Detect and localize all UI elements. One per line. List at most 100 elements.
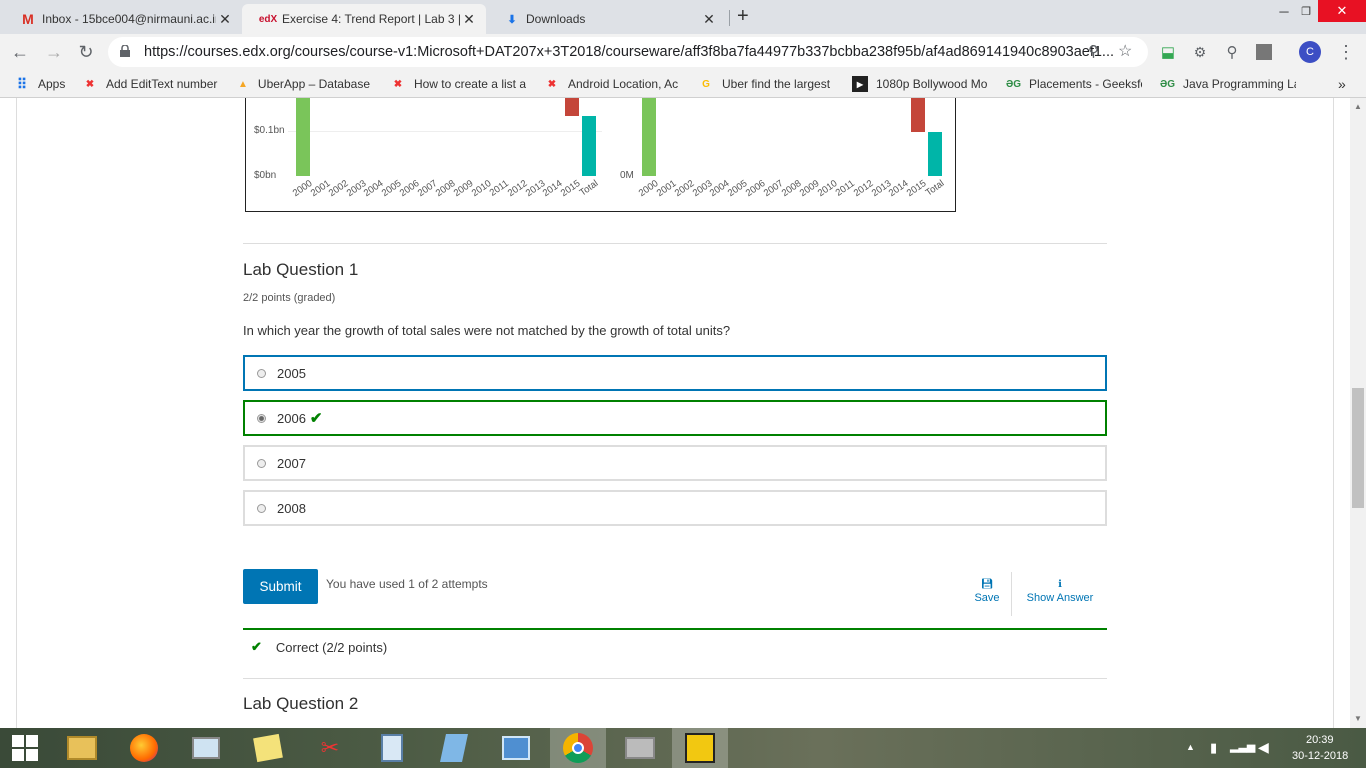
tab-title: Exercise 4: Trend Report | Lab 3 | (282, 12, 460, 26)
bookmark-item[interactable]: ƏG Placements - Geeksfo (1006, 76, 1142, 92)
more-bookmarks-icon[interactable]: » (1338, 76, 1346, 92)
save-label: Save (974, 592, 1000, 604)
bookmarks-bar: ⠿ Apps ✖ Add EditText number ▲ UberApp – Da… (0, 70, 1366, 98)
bookmark-apps[interactable]: ⠿ Apps (14, 75, 66, 92)
choice-2005[interactable]: 2005 (243, 355, 1107, 391)
back-arrow-icon[interactable]: ← (8, 40, 32, 64)
checkmark-icon: ✔ (309, 410, 323, 427)
x-tick-label: Total (923, 178, 947, 199)
bookmark-item[interactable]: ✖ Android Location, Ac (544, 76, 680, 92)
close-icon[interactable]: ✕ (460, 11, 478, 28)
bookmark-item[interactable]: ✖ Add EditText number (82, 76, 220, 92)
gridline (288, 131, 603, 132)
choice-label: 2005 (277, 365, 306, 381)
wifi-icon[interactable]: ▂▃▅ (1230, 740, 1255, 753)
file-explorer-icon[interactable] (54, 728, 110, 768)
page-content: $0.1bn $0bn 2000 2001 2002 2003 2004 2005 2006 20… (0, 98, 1350, 728)
clock-date[interactable]: 30-12-2018 (1292, 750, 1348, 762)
address-bar[interactable]: https://courses.edx.org/courses/course-v… (108, 37, 1148, 67)
control-panel-icon[interactable] (488, 728, 544, 768)
info-icon: ℹ (1058, 579, 1062, 590)
x-tick-label: Total (577, 178, 601, 199)
chart-bar (296, 98, 310, 176)
menu-icon[interactable]: ⋮ (1334, 40, 1358, 64)
bookmark-item[interactable]: ▲ UberApp – Database (236, 76, 370, 92)
calculator-icon[interactable] (364, 728, 420, 768)
new-tab-button[interactable]: + (737, 5, 749, 28)
submit-button[interactable]: Submit (243, 569, 318, 604)
bookmark-label: Java Programming La (1183, 77, 1296, 91)
taskbar: ✂ ▲ ▮ ▂▃▅ ◀ 20:39 30-12-2018 (0, 728, 1366, 768)
firefox-icon[interactable] (116, 728, 172, 768)
bookmark-item[interactable]: G Uber find the largest (698, 76, 832, 92)
radio-button[interactable] (257, 458, 266, 468)
network-app-icon[interactable] (612, 728, 668, 768)
volume-icon[interactable]: ◀ (1258, 739, 1269, 756)
feedback-text: Correct (2/2 points) (275, 639, 388, 655)
radio-button[interactable] (257, 413, 266, 423)
close-icon[interactable]: ✕ (700, 11, 718, 28)
checkmark-icon: ✔ (251, 639, 262, 654)
reload-icon[interactable]: ↻ (74, 40, 98, 64)
tab-gmail[interactable]: M Inbox - 15bce004@nirmauni.ac.in ✕ (2, 4, 242, 34)
battery-icon[interactable]: ▮ (1210, 740, 1217, 756)
tray-expand-icon[interactable]: ▲ (1186, 742, 1195, 752)
radio-button[interactable] (257, 368, 266, 378)
choice-2007[interactable]: 2007 (243, 445, 1107, 481)
scroll-up-icon[interactable]: ▲ (1354, 102, 1362, 111)
geeksforgeeks-icon: ƏG (1006, 78, 1022, 90)
firebase-icon: ▲ (238, 78, 248, 90)
radio-button[interactable] (257, 503, 266, 513)
window-close-button[interactable]: ✕ (1318, 0, 1366, 22)
scrollbar[interactable]: ▲ ▼ (1350, 98, 1366, 728)
feedback-banner: ✔ Correct (2/2 points) (243, 628, 1107, 664)
bookmark-label: Uber find the largest (722, 77, 831, 91)
chart-bar (928, 132, 943, 176)
zoom-icon[interactable]: ⚲ (1088, 42, 1099, 60)
bookmark-label: Placements - Geeksfo (1029, 77, 1142, 91)
bookmark-item[interactable]: ✖ How to create a list a (390, 76, 526, 92)
windows-start-icon[interactable] (0, 728, 50, 768)
chrome-icon[interactable] (550, 728, 606, 768)
browser-toolbar: ← → ↻ https://courses.edx.org/courses/co… (0, 34, 1366, 70)
show-answer-label: Show Answer (1026, 592, 1094, 604)
sticky-notes-icon[interactable] (240, 728, 296, 768)
stackoverflow-icon: ✖ (547, 78, 557, 90)
bookmark-label: Add EditText number (106, 77, 218, 91)
download-icon: ⬇ (507, 13, 517, 26)
extension-icon[interactable] (1252, 40, 1276, 64)
edx-icon: edX (258, 13, 278, 25)
stackoverflow-icon: ✖ (393, 78, 403, 90)
tab-edx[interactable]: edX Exercise 4: Trend Report | Lab 3 | ✕ (242, 4, 486, 34)
chart-image: $0.1bn $0bn 2000 2001 2002 2003 2004 2005 2006 20… (245, 98, 956, 212)
choice-2006[interactable]: 2006 ✔ (243, 400, 1107, 436)
search-icon[interactable]: ⚲ (1220, 40, 1244, 64)
choice-label: 2007 (277, 455, 306, 471)
snipping-tool-icon[interactable]: ✂ (302, 728, 358, 768)
tab-downloads[interactable]: ⬇ Downloads ✕ (486, 4, 726, 34)
bookmark-star-icon[interactable]: ☆ (1118, 41, 1132, 61)
clock-time[interactable]: 20:39 (1306, 734, 1334, 746)
scrollbar-thumb[interactable] (1352, 388, 1364, 508)
choice-2008[interactable]: 2008 (243, 490, 1107, 526)
bookmark-label: Apps (38, 77, 66, 91)
power-bi-icon[interactable] (672, 728, 728, 768)
save-button[interactable]: 💾︎ Save (972, 579, 1002, 604)
show-answer-button[interactable]: ℹ Show Answer (1020, 579, 1100, 604)
chart-bar (564, 98, 579, 116)
y-tick-label: $0.1bn (254, 125, 285, 136)
forward-arrow-icon[interactable]: → (42, 40, 66, 64)
bookmark-item[interactable]: ▶ 1080p Bollywood Mo (852, 76, 988, 92)
play-icon: ▶ (852, 76, 868, 92)
notepad-icon[interactable] (426, 728, 482, 768)
scroll-down-icon[interactable]: ▼ (1354, 714, 1362, 723)
bookmark-item[interactable]: ƏG Java Programming La (1160, 76, 1296, 92)
avatar[interactable]: C (1298, 40, 1322, 64)
apps-grid-icon: ⠿ (16, 75, 28, 92)
close-icon[interactable]: ✕ (216, 11, 234, 28)
performance-monitor-icon[interactable] (178, 728, 234, 768)
bookmark-label: How to create a list a (413, 77, 526, 91)
extension-icon[interactable]: ⬓ (1156, 40, 1180, 64)
extension-icon[interactable]: ⚙ (1188, 40, 1212, 64)
question-title: Lab Question 2 (243, 694, 359, 713)
